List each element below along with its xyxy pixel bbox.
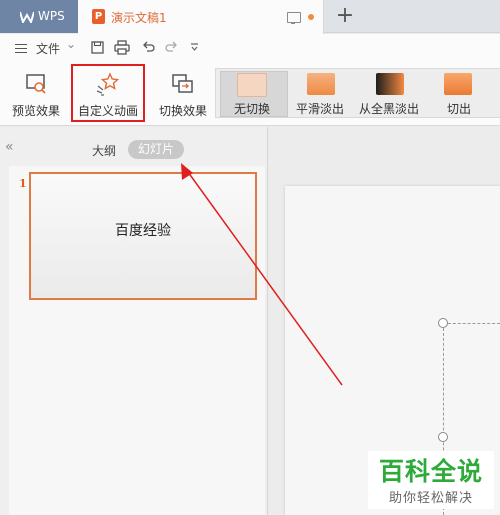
transition-gallery: 无切换 平滑淡出 从全黑淡出 切出	[215, 68, 500, 118]
slide-thumbnail-title: 百度经验	[115, 223, 171, 239]
tab-outline[interactable]: 大纲	[92, 142, 116, 159]
cut-thumbnail[interactable]	[444, 73, 472, 95]
chevron-down-icon[interactable]: ⌄	[66, 37, 76, 51]
switch-effect-label: 切换效果	[158, 104, 207, 118]
monitor-icon[interactable]	[287, 12, 301, 24]
undo-icon[interactable]	[142, 41, 155, 53]
transition-option-label[interactable]: 无切换	[234, 100, 270, 117]
preview-effect-label: 预览效果	[11, 104, 60, 118]
collapse-panel-icon[interactable]: «	[5, 139, 14, 155]
new-tab-button[interactable]: +	[330, 2, 360, 30]
slide-number: 1	[19, 177, 27, 190]
menu-bar: 文件 ⌄	[0, 34, 500, 62]
slide-thumbnail[interactable]: 百度经验	[29, 172, 257, 300]
watermark-logo: 百科全说 助你轻松解决	[368, 451, 494, 509]
save-icon[interactable]	[91, 41, 104, 54]
document-tab-label: 演示文稿1	[111, 11, 167, 25]
preview-effect-button[interactable]: 预览效果	[6, 66, 66, 122]
smooth-fade-thumbnail[interactable]	[307, 73, 335, 95]
transition-option-label[interactable]: 从全黑淡出	[359, 100, 419, 117]
preview-icon	[26, 74, 46, 94]
custom-animation-highlight	[71, 64, 145, 122]
no-transition-thumbnail[interactable]	[237, 73, 267, 97]
watermark-subtitle: 助你轻松解决	[388, 491, 473, 506]
tab-slides[interactable]: 幻灯片	[128, 140, 184, 159]
transition-option-label[interactable]: 平滑淡出	[296, 100, 344, 117]
presentation-file-icon: P	[92, 9, 105, 24]
wps-home-tab[interactable]: WPS	[0, 0, 78, 33]
switch-effect-button[interactable]: 切换效果	[153, 66, 213, 122]
wps-logo-icon	[20, 11, 34, 23]
document-tab[interactable]: P 演示文稿1	[78, 0, 324, 34]
slide-switch-icon	[172, 74, 193, 93]
wps-tab-label: WPS	[38, 9, 65, 23]
watermark-title: 百科全说	[378, 457, 483, 486]
resize-handle[interactable]	[438, 432, 448, 442]
fade-from-black-thumbnail[interactable]	[376, 73, 404, 95]
print-icon[interactable]	[114, 40, 130, 55]
file-menu[interactable]: 文件	[36, 40, 60, 57]
transition-option-label[interactable]: 切出	[447, 100, 471, 117]
menu-icon[interactable]	[15, 44, 27, 53]
quick-access-more-icon[interactable]	[190, 43, 199, 51]
unsaved-dot-icon	[308, 14, 314, 20]
redo-icon[interactable]	[165, 41, 178, 53]
resize-handle[interactable]	[438, 318, 448, 328]
